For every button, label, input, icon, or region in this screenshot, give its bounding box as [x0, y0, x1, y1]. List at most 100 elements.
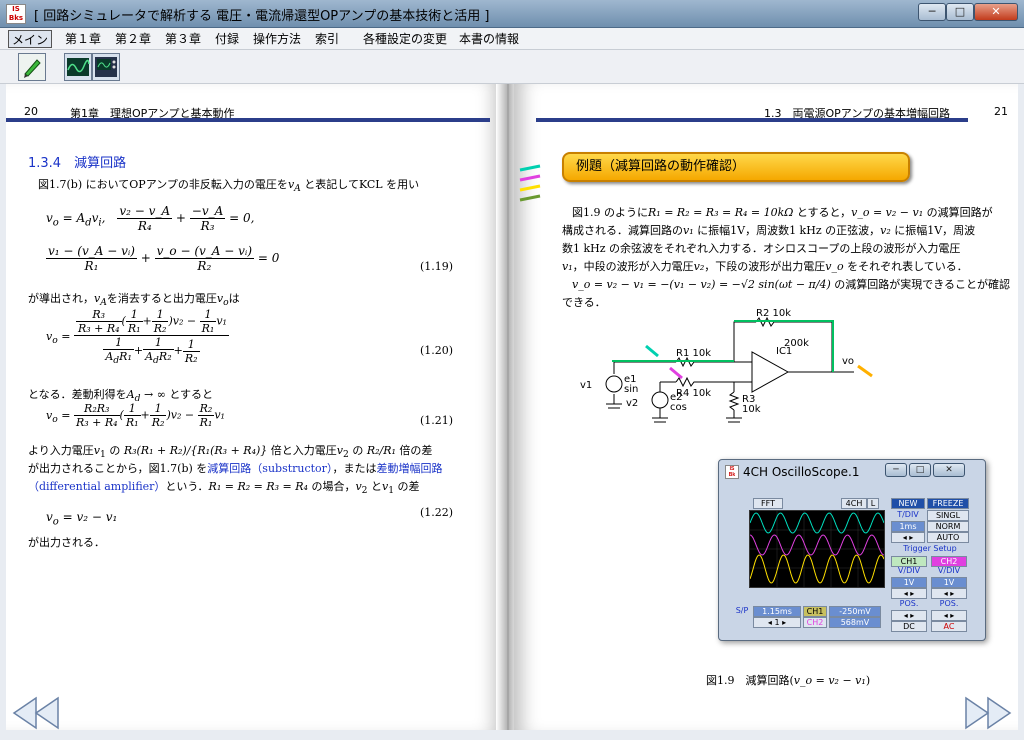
header-rule [6, 118, 490, 122]
normal-button[interactable]: NORM [927, 521, 969, 532]
ch1-pos-label: POS. [899, 599, 919, 608]
subtractor-circuit: R2 10k R1 10k R4 10k R3 10k IC1 200k vo … [580, 308, 873, 423]
equation-5: vo = v₂ − v₁ [46, 510, 118, 528]
ch2-vdiv-value[interactable]: 1V [931, 577, 967, 588]
paragraph-5: が出力される． [28, 536, 105, 549]
equation-4: vo = R₂R₃ R₃ + R₄(1 R₁ +1 R₂)v₂ − R₂ R₁ v₁ [46, 402, 225, 429]
freeze-button[interactable]: FREEZE [927, 498, 969, 509]
previous-page-icon[interactable] [10, 696, 62, 730]
header-rule [536, 118, 968, 122]
cursor-ch1[interactable]: CH1 [803, 606, 827, 617]
window-title: [ 回路シミュレータで解析する 電圧・電流帰還型OPアンプの基本技術と活用 ] [34, 9, 490, 24]
link-differential-amplifier-en[interactable]: （differential amplifier） [28, 480, 165, 493]
equation-1: vo = Advi, v₂ − v_A R₄ + −v_A R₃ = 0, [46, 204, 255, 233]
oscilloscope-icon[interactable] [92, 53, 120, 81]
paragraph-4c: （differential amplifier）という．R₁ = R₂ = R₃… [28, 480, 420, 497]
waveform-icon[interactable] [64, 53, 92, 81]
tdiv-value[interactable]: 1ms [891, 521, 925, 532]
scope-maximize-button[interactable]: □ [909, 463, 931, 477]
equation-3: vo = R₃ R₃ + R₄(1 R₁ +1 R₂)v₂ − 1 R₁ v₁ 1 AdR₁ +1… [46, 308, 229, 367]
menu-index[interactable]: 索引 [312, 30, 342, 48]
title-bar: IS Bks [ 回路シミュレータで解析する 電圧・電流帰還型OPアンプの基本技術… [0, 0, 1024, 28]
auto-button[interactable]: AUTO [927, 532, 969, 543]
tdiv-label: T/DIV [897, 510, 919, 519]
minimize-button[interactable]: ─ [918, 3, 946, 21]
r2-label: R2 10k [756, 308, 791, 319]
v1-label: v1 [580, 380, 592, 391]
gain-label: 200k [784, 338, 809, 349]
menu-appendix[interactable]: 付録 [212, 30, 242, 48]
example-heading: 例題（減算回路の動作確認） [562, 152, 910, 182]
menu-bar: メイン 第１章 第２章 第３章 付録 操作方法 索引 各種設定の変更 本書の情報 [0, 28, 1024, 50]
close-button[interactable]: ✕ [974, 3, 1018, 21]
oscilloscope-window[interactable]: IS Bk 4CH OscilloScope.1 ─ □ ✕ FFT 4CH L … [718, 459, 986, 641]
4ch-button[interactable]: 4CH [841, 498, 867, 509]
ch2-vdiv-label: V/DIV [937, 566, 961, 575]
left-page: 20 第1章 理想OPアンプと基本動作 1.3.4 減算回路 図1.7(b) に… [6, 84, 502, 730]
section-title: 1.3.4 減算回路 [28, 156, 127, 171]
menu-settings[interactable]: 各種設定の変更 [360, 30, 450, 48]
paragraph-1: 図1.7(b) においてOPアンプの非反転入力の電圧をvA と表記してKCL を… [38, 178, 420, 195]
cursor-time: 1.15ms [753, 606, 801, 617]
equation-2: v₁ − (v_A − vᵢ) R₁ + v_o − (v_A − vᵢ) R₂ =… [46, 244, 280, 273]
ch2-coupling[interactable]: AC [931, 621, 967, 632]
v2-label: v2 [626, 398, 638, 409]
single-button[interactable]: SINGL [927, 510, 969, 521]
tdiv-stepper[interactable]: ◂ ▸ [891, 532, 925, 543]
example-text-5: v_o = v₂ − v₁ = −(v₁ − v₂) = −√2 sin(ωt … [572, 278, 1011, 291]
scope-logo-icon: IS Bk [725, 465, 739, 479]
ch1-vdiv-stepper[interactable]: ◂ ▸ [891, 588, 927, 599]
app-logo-icon: IS Bks [6, 4, 26, 24]
menu-book-info[interactable]: 本書の情報 [456, 30, 522, 48]
menu-chapter-3[interactable]: 第３章 [162, 30, 204, 48]
example-text-3: 数1 kHz の余弦波をそれぞれ入力する．オシロスコープの上段の波形が入力電圧 [562, 242, 961, 255]
ch2-vdiv-stepper[interactable]: ◂ ▸ [931, 588, 967, 599]
scope-screen [749, 510, 885, 588]
next-page-icon[interactable] [962, 696, 1014, 730]
equation-number: (1.20) [420, 344, 454, 357]
ch2-pos-stepper[interactable]: ◂ ▸ [931, 610, 967, 621]
ch1-pos-stepper[interactable]: ◂ ▸ [891, 610, 927, 621]
fft-button[interactable]: FFT [753, 498, 783, 509]
new-button[interactable]: NEW [891, 498, 925, 509]
paragraph-2: が導出され，vAを消去すると出力電圧voは [28, 292, 240, 309]
probe-bundle-icon[interactable] [518, 164, 548, 224]
ch2-pos-label: POS. [939, 599, 959, 608]
equation-number: (1.22) [420, 506, 454, 519]
l-button[interactable]: L [867, 498, 879, 509]
link-subtractor[interactable]: 減算回路（substructor） [207, 462, 332, 475]
sp-label: S/P [735, 606, 749, 615]
menu-operation[interactable]: 操作方法 [250, 30, 304, 48]
menu-chapter-1[interactable]: 第１章 [62, 30, 104, 48]
equation-number: (1.21) [420, 414, 454, 427]
page-number: 21 [994, 105, 1008, 118]
maximize-button[interactable]: □ [946, 3, 974, 21]
menu-chapter-2[interactable]: 第２章 [112, 30, 154, 48]
ch1-vdiv-value[interactable]: 1V [891, 577, 927, 588]
cursor-value-2: 568mV [829, 617, 881, 628]
pen-icon[interactable] [18, 53, 46, 81]
paragraph-4a: より入力電圧v1 の R₃(R₁ + R₂)/{R₁(R₃ + R₄)} 倍と入… [28, 444, 433, 461]
scope-minimize-button[interactable]: ─ [885, 463, 907, 477]
menu-main[interactable]: メイン [8, 30, 53, 48]
vo-label: vo [842, 356, 854, 367]
r3-value: 10k [742, 404, 761, 415]
scope-close-button[interactable]: ✕ [933, 463, 965, 477]
example-text-4: v₁，中段の波形が入力電圧v₂，下段の波形が出力電圧v_o をそれぞれ表している… [562, 260, 968, 273]
scope-title: 4CH OscilloScope.1 [743, 465, 860, 479]
link-differential-amplifier[interactable]: 差動増幅回路 [376, 462, 442, 475]
sin-label: sin [624, 384, 638, 395]
page-number: 20 [24, 105, 38, 118]
paragraph-4b: が出力されることから，図1.7(b) を減算回路（substructor），また… [28, 462, 443, 475]
ch1-vdiv-label: V/DIV [897, 566, 921, 575]
cursor-stepper[interactable]: ◂ 1 ▸ [753, 617, 801, 628]
toolbar [0, 50, 1024, 84]
cursor-value-1: -250mV [829, 606, 881, 617]
trigger-setup-button[interactable]: Trigger Setup [891, 544, 969, 555]
figure-caption: 図1.9 減算回路(v_o = v₂ − v₁) [706, 674, 871, 687]
ch1-coupling[interactable]: DC [891, 621, 927, 632]
equation-number: (1.19) [420, 260, 454, 273]
cursor-ch2[interactable]: CH2 [803, 617, 827, 628]
r1-label: R1 10k [676, 348, 711, 359]
example-text-1: 図1.9 のようにR₁ = R₂ = R₃ = R₄ = 10kΩ とすると，v… [572, 206, 993, 219]
